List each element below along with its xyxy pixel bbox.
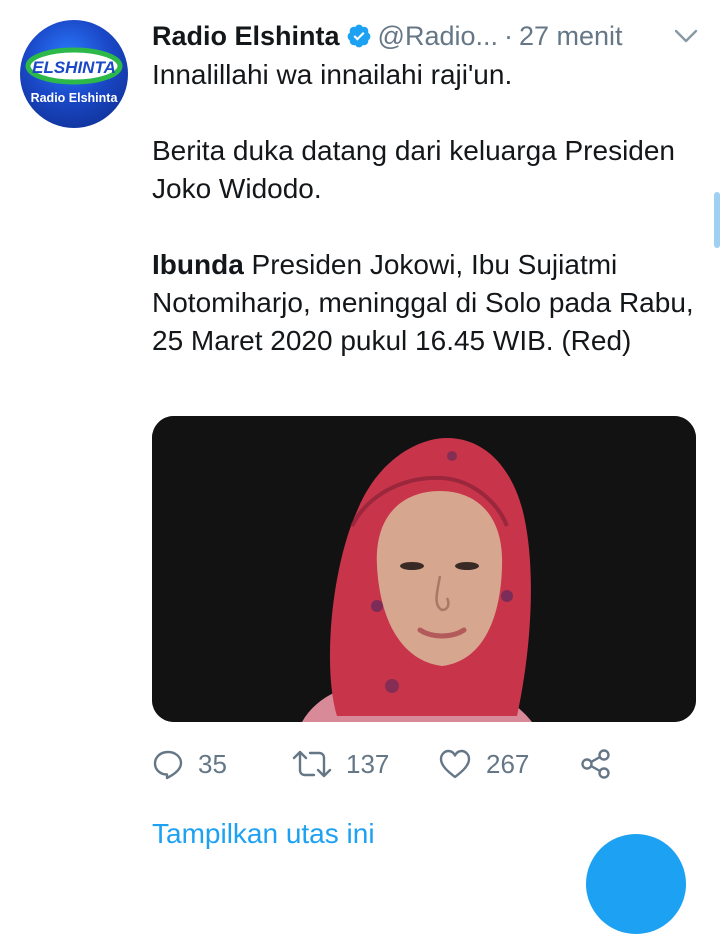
share-button[interactable] <box>580 740 612 788</box>
verified-badge-icon <box>347 24 370 48</box>
heart-icon <box>439 749 471 779</box>
compose-fab-button[interactable] <box>586 834 686 934</box>
logo-text: ELSHINTA <box>32 58 116 77</box>
bold-word: Ibunda <box>152 249 244 280</box>
reply-icon <box>153 750 183 780</box>
tweet-text: Innalillahi wa innailahi raji'un. Berita… <box>152 56 700 360</box>
scrollbar-thumb[interactable] <box>714 192 720 248</box>
tweet-paragraph-3: Ibunda Presiden Jokowi, Ibu Sujiatmi Not… <box>152 246 700 360</box>
avatar[interactable]: ELSHINTA Radio Elshinta <box>20 20 128 128</box>
like-button[interactable]: 267 <box>438 740 529 788</box>
tweet-line-1: Innalillahi wa innailahi raji'un. <box>152 59 513 90</box>
user-handle[interactable]: @Radio... <box>378 21 498 52</box>
show-thread-link[interactable]: Tampilkan utas ini <box>152 818 375 850</box>
avatar-caption: Radio Elshinta <box>31 91 119 105</box>
share-icon <box>581 749 610 779</box>
reply-button[interactable]: 35 <box>152 740 227 788</box>
elshinta-logo: ELSHINTA Radio Elshinta <box>25 47 123 105</box>
chevron-down-icon[interactable] <box>672 24 700 48</box>
retweet-button[interactable]: 137 <box>292 740 389 788</box>
timestamp[interactable]: 27 menit <box>519 21 623 52</box>
tweet-header: Radio Elshinta @Radio... · 27 menit <box>152 16 700 56</box>
tweet-photo[interactable] <box>152 416 696 722</box>
tweet-actions: 35 137 267 <box>152 740 700 788</box>
display-name[interactable]: Radio Elshinta <box>152 21 340 52</box>
like-count: 267 <box>486 748 530 779</box>
retweet-count: 137 <box>346 748 390 779</box>
tweet-paragraph-2: Berita duka datang dari keluarga Preside… <box>152 135 676 204</box>
reply-count: 35 <box>198 748 227 779</box>
separator-dot: · <box>504 20 513 51</box>
portrait-photo-icon <box>152 416 696 722</box>
retweet-icon <box>292 750 332 778</box>
